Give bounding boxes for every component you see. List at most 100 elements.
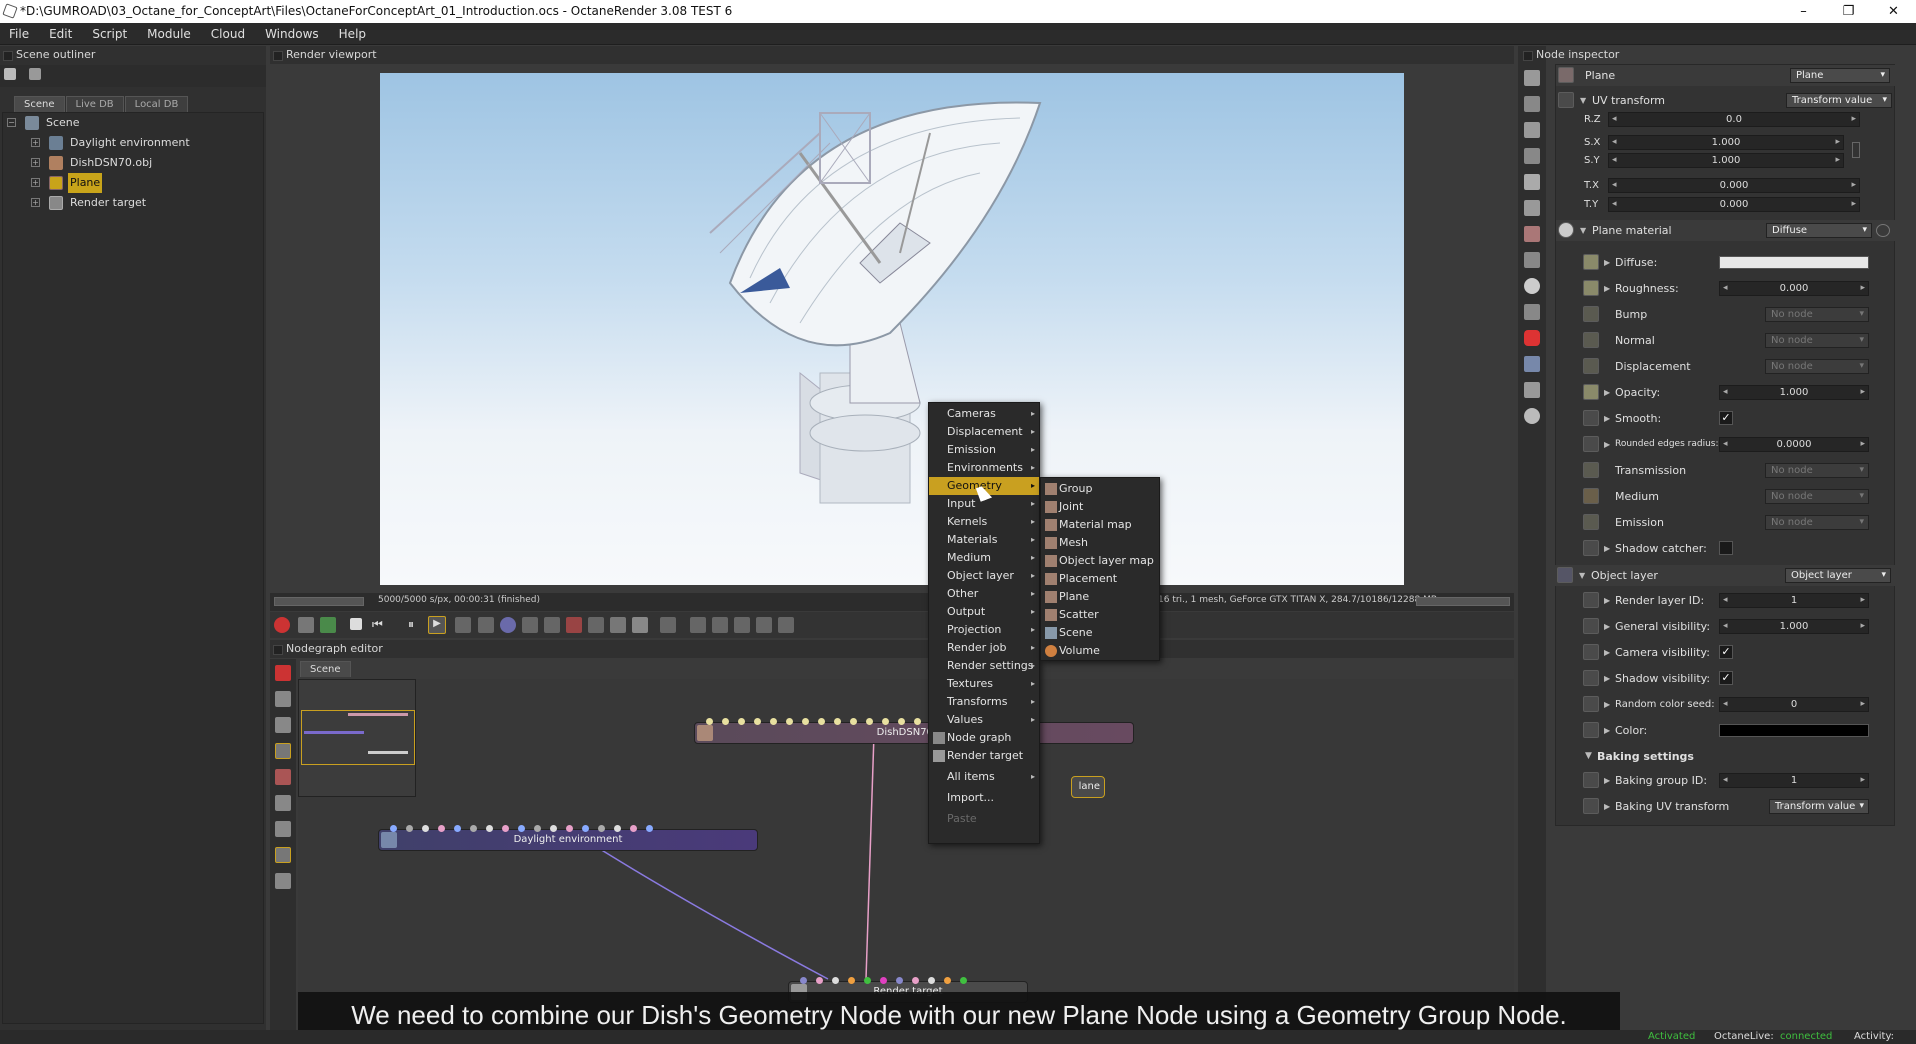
rz-slider[interactable]: 0.0: [1608, 112, 1860, 127]
expand-triangle-icon[interactable]: ▶: [1604, 252, 1610, 273]
node-input-pin[interactable]: [912, 977, 919, 984]
node-input-pin[interactable]: [550, 825, 557, 832]
expand-triangle-icon[interactable]: ▶: [1604, 538, 1610, 559]
node-input-pin[interactable]: [486, 825, 493, 832]
node-input-pin[interactable]: [880, 977, 887, 984]
camera-icon[interactable]: [298, 617, 314, 633]
lock-icon[interactable]: [660, 617, 676, 633]
baking-group-id-slider[interactable]: 1: [1719, 773, 1869, 788]
shadow-visibility-checkbox[interactable]: ✓: [1719, 671, 1733, 685]
menu-item-render-job[interactable]: Render job ▸: [929, 639, 1039, 657]
rounded-edges-slider[interactable]: 0.0000: [1719, 437, 1869, 452]
node-input-pin[interactable]: [866, 718, 873, 725]
node-input-pin[interactable]: [706, 718, 713, 725]
node-input-pin[interactable]: [914, 718, 921, 725]
submenu-item-placement[interactable]: Placement: [1041, 570, 1159, 588]
displacement-dropdown[interactable]: No node: [1765, 359, 1869, 374]
tree-item-dish[interactable]: + DishDSN70.obj: [3, 153, 263, 173]
material-type-dropdown[interactable]: Diffuse: [1766, 223, 1872, 238]
color-swatch[interactable]: [1719, 724, 1869, 737]
node-type-dropdown[interactable]: Plane: [1790, 68, 1890, 83]
expand-triangle-icon[interactable]: ▶: [1604, 616, 1610, 637]
menu-item-import[interactable]: Import...: [929, 789, 1039, 807]
menu-item-projection[interactable]: Projection ▸: [929, 621, 1039, 639]
submenu-item-volume[interactable]: Volume: [1041, 642, 1159, 660]
menu-help[interactable]: Help: [330, 23, 377, 45]
node-dishdsn70[interactable]: DishDSN70.obj: [694, 722, 1134, 744]
expand-icon[interactable]: +: [31, 178, 40, 187]
expand-triangle-icon[interactable]: ▶: [1604, 720, 1610, 741]
node-input-pin[interactable]: [630, 825, 637, 832]
node-input-pin[interactable]: [754, 718, 761, 725]
node-grid-icon[interactable]: [275, 873, 291, 889]
node-input-pin[interactable]: [834, 718, 841, 725]
expand-icon[interactable]: +: [31, 138, 40, 147]
menu-cloud[interactable]: Cloud: [202, 23, 256, 45]
submenu-item-group[interactable]: Group: [1041, 480, 1159, 498]
node-view-icon[interactable]: [275, 743, 291, 759]
node-input-pin[interactable]: [598, 825, 605, 832]
restart-icon[interactable]: ⏮: [372, 617, 388, 633]
collapse-triangle-icon[interactable]: ▼: [1585, 746, 1592, 767]
node-input-pin[interactable]: [738, 718, 745, 725]
sy-slider[interactable]: 1.000: [1608, 153, 1844, 168]
node-texture-icon[interactable]: [275, 847, 291, 863]
ty-slider[interactable]: 0.000: [1608, 197, 1860, 212]
expand-triangle-icon[interactable]: ▶: [1604, 694, 1610, 715]
menu-item-medium[interactable]: Medium ▸: [929, 549, 1039, 567]
normal-dropdown[interactable]: No node: [1765, 333, 1869, 348]
tree-item-daylight-environment[interactable]: + Daylight environment: [3, 133, 263, 153]
node-input-pin[interactable]: [848, 977, 855, 984]
fit-icon[interactable]: [632, 617, 648, 633]
outliner-list-icon[interactable]: [29, 68, 41, 80]
tree-item-plane[interactable]: + Plane: [3, 173, 263, 193]
tab-live-db[interactable]: Live DB: [65, 96, 124, 112]
camera-visibility-checkbox[interactable]: ✓: [1719, 645, 1733, 659]
node-input-pin[interactable]: [518, 825, 525, 832]
node-input-pin[interactable]: [770, 718, 777, 725]
submenu-item-object-layer-map[interactable]: Object layer map: [1041, 552, 1159, 570]
node-input-pin[interactable]: [534, 825, 541, 832]
material-picker-icon[interactable]: [500, 617, 516, 633]
node-daylight-environment[interactable]: Daylight environment: [378, 829, 758, 851]
menu-item-object-layer[interactable]: Object layer ▸: [929, 567, 1039, 585]
expand-triangle-icon[interactable]: ▶: [1604, 770, 1610, 791]
menu-item-values[interactable]: Values ▸: [929, 711, 1039, 729]
medium-dropdown[interactable]: No node: [1765, 489, 1869, 504]
submenu-item-joint[interactable]: Joint: [1041, 498, 1159, 516]
menu-item-transforms[interactable]: Transforms ▸: [929, 693, 1039, 711]
visibility-eye-icon[interactable]: [1876, 224, 1890, 237]
expand-icon[interactable]: +: [31, 158, 40, 167]
pause-icon[interactable]: ⏸: [408, 617, 424, 633]
expand-triangle-icon[interactable]: ▶: [1604, 668, 1610, 689]
opacity-slider[interactable]: 1.000: [1719, 385, 1869, 400]
node-input-pin[interactable]: [646, 825, 653, 832]
node-material-icon[interactable]: [275, 769, 291, 785]
node-input-pin[interactable]: [960, 977, 967, 984]
menu-item-render-settings[interactable]: Render settings ▸: [929, 657, 1039, 675]
tab-nodegraph-scene[interactable]: Scene: [300, 661, 351, 677]
render-image[interactable]: [380, 73, 1404, 585]
menu-item-environments[interactable]: Environments ▸: [929, 459, 1039, 477]
export-icon[interactable]: [734, 617, 750, 633]
submenu-item-scene[interactable]: Scene: [1041, 624, 1159, 642]
grid-icon[interactable]: [588, 617, 604, 633]
region-icon[interactable]: [455, 617, 471, 633]
node-geometry-icon[interactable]: [275, 821, 291, 837]
collapse-triangle-icon[interactable]: ▼: [1580, 90, 1586, 111]
menu-file[interactable]: File: [0, 23, 40, 45]
node-input-pin[interactable]: [896, 977, 903, 984]
node-input-pin[interactable]: [882, 718, 889, 725]
node-input-pin[interactable]: [818, 718, 825, 725]
minimize-button[interactable]: –: [1781, 0, 1826, 23]
lock-scale-icon[interactable]: [1852, 142, 1860, 158]
menu-item-other[interactable]: Other ▸: [929, 585, 1039, 603]
outliner-view-icon[interactable]: [4, 68, 16, 80]
node-input-pin[interactable]: [816, 977, 823, 984]
sx-slider[interactable]: 1.000: [1608, 135, 1844, 150]
node-input-pin[interactable]: [802, 718, 809, 725]
menu-item-cameras[interactable]: Cameras ▸: [929, 405, 1039, 423]
shadow-catcher-checkbox[interactable]: [1719, 541, 1733, 555]
menu-item-emission[interactable]: Emission ▸: [929, 441, 1039, 459]
refresh-icon[interactable]: [522, 617, 538, 633]
